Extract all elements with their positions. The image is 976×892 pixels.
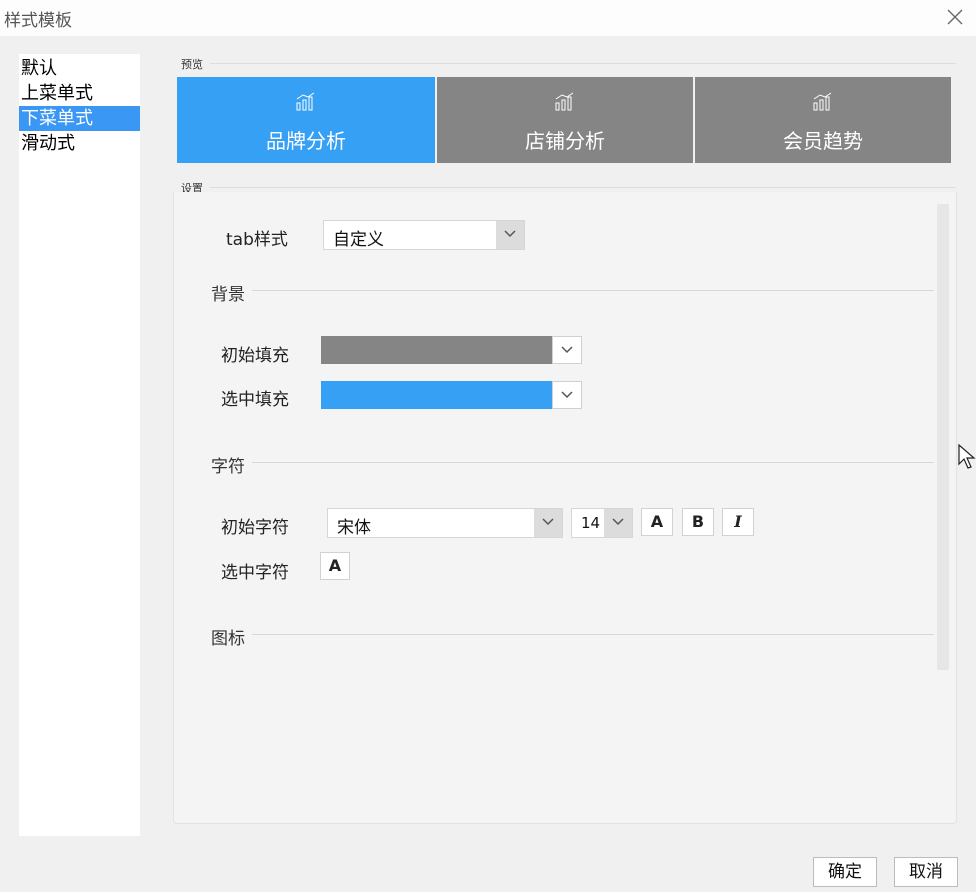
tab-style-label: tab样式 [226, 230, 288, 250]
background-section-line [252, 290, 934, 291]
template-item-slide[interactable]: 滑动式 [19, 131, 140, 156]
initial-fill-dropdown[interactable] [552, 336, 582, 364]
settings-group-line [210, 187, 956, 188]
template-item-default[interactable]: 默认 [19, 56, 140, 81]
chevron-down-icon[interactable] [604, 509, 632, 537]
font-color-button[interactable]: A [641, 508, 673, 536]
selected-fill-swatch[interactable] [321, 381, 552, 409]
preview-group-label: 预览 [181, 58, 203, 71]
bar-chart-icon [296, 92, 315, 111]
preview-tab-member[interactable]: 会员趋势 [695, 77, 951, 163]
preview-tab-label: 店铺分析 [525, 129, 605, 153]
preview-tab-label: 会员趋势 [783, 129, 863, 153]
dialog-titlebar: 样式模板 [0, 0, 976, 36]
font-family-select[interactable]: 宋体 [327, 508, 563, 538]
tab-style-value: 自定义 [333, 230, 384, 250]
close-icon[interactable] [944, 6, 966, 28]
ok-button[interactable]: 确定 [813, 857, 877, 887]
dialog-title: 样式模板 [4, 11, 72, 31]
font-section-line [252, 462, 934, 463]
font-size-value: 14 [581, 514, 601, 532]
font-section-title: 字符 [211, 457, 245, 477]
settings-scrollbar[interactable] [937, 204, 949, 670]
font-family-value: 宋体 [337, 518, 371, 538]
template-item-top-menu[interactable]: 上菜单式 [19, 81, 140, 106]
selected-fill-label: 选中填充 [221, 390, 289, 410]
chevron-down-icon [561, 346, 573, 354]
template-item-bottom-menu[interactable]: 下菜单式 [19, 106, 140, 131]
icon-section-title: 图标 [211, 629, 245, 649]
preview-tab-brand[interactable]: 品牌分析 [177, 77, 435, 163]
cancel-button[interactable]: 取消 [894, 857, 958, 887]
preview-tab-label: 品牌分析 [266, 129, 346, 153]
bold-button[interactable]: B [682, 508, 714, 536]
chevron-down-icon [561, 391, 573, 399]
settings-panel [173, 192, 957, 824]
bar-chart-icon [555, 92, 574, 111]
selected-font-color-button[interactable]: A [320, 552, 350, 580]
bar-chart-icon [813, 92, 832, 111]
initial-font-label: 初始字符 [221, 518, 289, 538]
preview-tab-store[interactable]: 店铺分析 [437, 77, 693, 163]
selected-font-label: 选中字符 [221, 563, 289, 583]
tab-style-select[interactable]: 自定义 [323, 220, 525, 250]
selected-fill-dropdown[interactable] [552, 381, 582, 409]
template-list[interactable]: 默认 上菜单式 下菜单式 滑动式 [19, 54, 140, 836]
icon-section-line [252, 634, 934, 635]
mouse-cursor-icon [958, 444, 976, 469]
preview-group-line [210, 63, 956, 64]
font-size-select[interactable]: 14 [571, 508, 633, 538]
chevron-down-icon[interactable] [534, 509, 562, 537]
initial-fill-swatch[interactable] [321, 336, 552, 364]
background-section-title: 背景 [211, 285, 245, 305]
initial-fill-label: 初始填充 [221, 346, 289, 366]
chevron-down-icon[interactable] [496, 221, 524, 249]
italic-button[interactable]: I [722, 508, 754, 536]
